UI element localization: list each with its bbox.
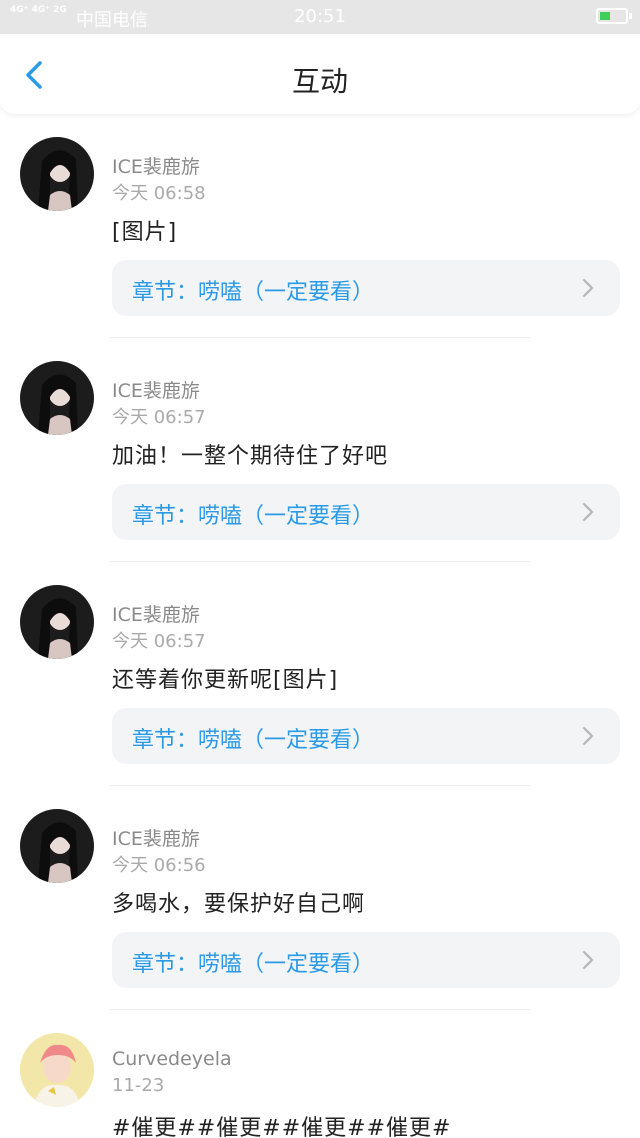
chapter-label: 章节：唠嗑（一定要看） xyxy=(132,952,375,977)
chapter-label: 章节：唠嗑（一定要看） xyxy=(132,280,375,305)
timestamp: 今天 06:58 xyxy=(112,183,206,204)
avatar[interactable] xyxy=(20,361,94,435)
timestamp: 今天 06:56 xyxy=(112,855,206,876)
chapter-label: 章节：唠嗑（一定要看） xyxy=(132,728,375,753)
chapter-link[interactable]: 章节：唠嗑（一定要看） xyxy=(112,708,620,764)
chapter-link[interactable]: 章节：唠嗑（一定要看） xyxy=(112,260,620,316)
chevron-right-icon xyxy=(582,726,594,746)
avatar[interactable] xyxy=(20,137,94,211)
chevron-right-icon xyxy=(582,278,594,298)
list-item: ICE裴鹿旂 今天 06:57 加油！一整个期待住了好吧 章节：唠嗑（一定要看） xyxy=(0,338,640,562)
timestamp: 今天 06:57 xyxy=(112,407,206,428)
avatar[interactable] xyxy=(20,1033,94,1107)
avatar[interactable] xyxy=(20,585,94,659)
comment-text: 加油！一整个期待住了好吧 xyxy=(112,444,389,469)
status-bar: 4G⁺ 4G⁺ 2G 中国电信 20:51 xyxy=(0,0,640,34)
username[interactable]: ICE裴鹿旂 xyxy=(112,600,200,627)
chapter-link[interactable]: 章节：唠嗑（一定要看） xyxy=(112,484,620,540)
list-item: Curvedeyela 11-23 #催更##催更##催更##催更# xyxy=(0,1010,640,1138)
chevron-right-icon xyxy=(582,502,594,522)
username[interactable]: ICE裴鹿旂 xyxy=(112,824,200,851)
list-item: ICE裴鹿旂 今天 06:56 多喝水，要保护好自己啊 章节：唠嗑（一定要看） xyxy=(0,786,640,1010)
comment-text: 多喝水，要保护好自己啊 xyxy=(112,892,366,917)
comment-text: [图片] xyxy=(112,220,178,245)
timestamp: 11-23 xyxy=(112,1075,165,1096)
chapter-link[interactable]: 章节：唠嗑（一定要看） xyxy=(112,932,620,988)
list-item: ICE裴鹿旂 今天 06:58 [图片] 章节：唠嗑（一定要看） xyxy=(0,114,640,338)
avatar[interactable] xyxy=(20,809,94,883)
list-item: ICE裴鹿旂 今天 06:57 还等着你更新呢[图片] 章节：唠嗑（一定要看） xyxy=(0,562,640,786)
chevron-right-icon xyxy=(582,950,594,970)
status-time: 20:51 xyxy=(294,6,346,27)
navbar: 互动 xyxy=(0,34,640,114)
comment-text: #催更##催更##催更##催更# xyxy=(112,1116,452,1138)
comment-text: 还等着你更新呢[图片] xyxy=(112,668,339,693)
battery-icon xyxy=(596,8,632,24)
username[interactable]: Curvedeyela xyxy=(112,1048,232,1070)
username[interactable]: ICE裴鹿旂 xyxy=(112,376,200,403)
page-title: 互动 xyxy=(291,65,348,98)
username[interactable]: ICE裴鹿旂 xyxy=(112,152,200,179)
timestamp: 今天 06:57 xyxy=(112,631,206,652)
chapter-label: 章节：唠嗑（一定要看） xyxy=(132,504,375,529)
interaction-feed: ICE裴鹿旂 今天 06:58 [图片] 章节：唠嗑（一定要看） ICE裴鹿旂 … xyxy=(0,114,640,1138)
